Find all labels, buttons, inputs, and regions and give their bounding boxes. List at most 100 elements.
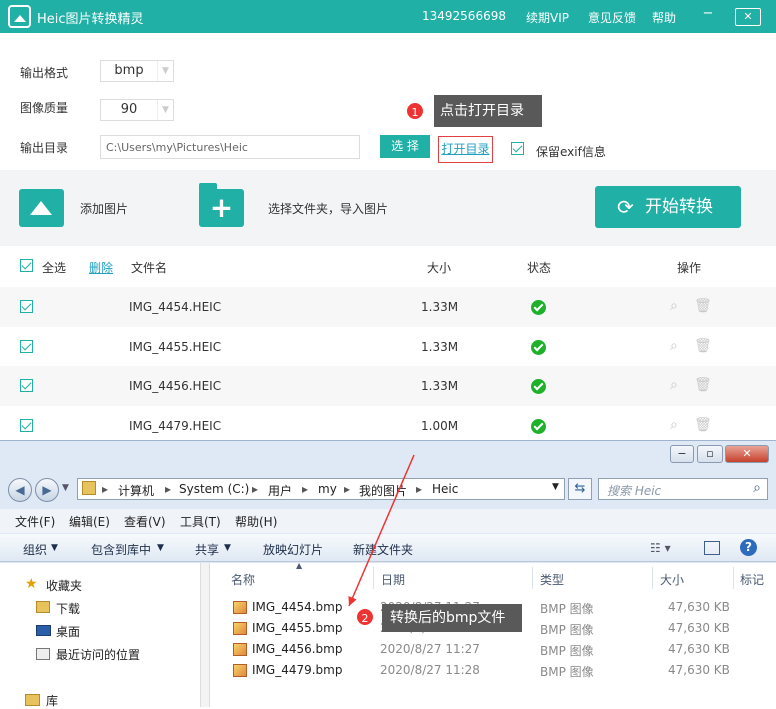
row-checkbox[interactable] — [20, 340, 33, 353]
col-header-type[interactable]: 类型 — [540, 571, 564, 588]
menu-view[interactable]: 查看(V) — [124, 513, 166, 530]
col-header-tags[interactable]: 标记 — [740, 571, 764, 588]
menu-edit[interactable]: 编辑(E) — [69, 513, 110, 530]
trash-icon[interactable]: 🗑 — [694, 298, 712, 314]
cmd-organize[interactable]: 组织 — [23, 541, 47, 558]
renew-vip-link[interactable]: 续期VIP — [526, 9, 569, 26]
column-divider — [532, 567, 533, 589]
choose-dir-button[interactable]: 选 择 — [380, 135, 430, 158]
address-dropdown-icon[interactable]: ▼ — [552, 482, 559, 492]
keep-exif-checkbox[interactable] — [511, 142, 524, 155]
row-size: 1.33M — [421, 379, 459, 393]
chevron-down-icon: ▼ — [157, 61, 173, 81]
crumb-sep-icon: ▸ — [165, 482, 172, 496]
format-label: 输出格式 — [20, 66, 69, 80]
open-dir-link[interactable]: 打开目录 — [438, 136, 493, 163]
add-images-button[interactable]: 添加图片 — [80, 200, 128, 217]
quality-label: 图像质量 — [20, 101, 69, 115]
nav-favorites[interactable]: 收藏夹 — [46, 577, 82, 594]
pane-splitter[interactable] — [200, 563, 210, 707]
select-all-checkbox[interactable] — [20, 259, 33, 272]
explorer-maximize-button[interactable]: ▫ — [697, 445, 723, 463]
minimize-button[interactable]: − — [700, 6, 716, 21]
help-icon[interactable]: ? — [740, 539, 757, 556]
help-link[interactable]: 帮助 — [652, 9, 676, 26]
refresh-icon[interactable]: ⇆ — [568, 478, 592, 500]
crumb-my[interactable]: my — [318, 482, 337, 496]
callout-open-dir: 点击打开目录 — [434, 95, 542, 127]
folder-add-icon[interactable] — [199, 183, 244, 227]
library-icon — [25, 694, 40, 706]
crumb-users[interactable]: 用户 — [268, 482, 292, 499]
nav-recent[interactable]: 最近访问的位置 — [56, 646, 140, 663]
nav-downloads[interactable]: 下载 — [56, 600, 80, 617]
col-header-size[interactable]: 大小 — [660, 571, 684, 588]
downloads-icon — [36, 601, 50, 613]
select-folder-button[interactable]: 选择文件夹，导入图片 — [268, 200, 388, 217]
crumb-drive[interactable]: System (C:) — [179, 482, 249, 496]
delete-link[interactable]: 删除 — [89, 259, 113, 276]
recent-places-icon — [36, 648, 50, 660]
start-convert-button[interactable]: ⟳ 开始转换 — [595, 186, 741, 228]
nav-desktop[interactable]: 桌面 — [56, 623, 80, 640]
column-divider — [652, 567, 653, 589]
table-row: IMG_4455.HEIC 1.33M ⌕ 🗑 — [0, 327, 776, 367]
row-checkbox[interactable] — [20, 419, 33, 432]
callout-two-text: 转换后的bmp文件 — [390, 610, 506, 626]
trash-icon[interactable]: 🗑 — [694, 417, 712, 433]
crumb-computer[interactable]: 计算机 — [118, 482, 154, 499]
trash-icon[interactable]: 🗑 — [694, 377, 712, 393]
preview-icon[interactable]: ⌕ — [670, 417, 678, 433]
preview-pane-icon[interactable] — [704, 541, 720, 555]
trash-icon[interactable]: 🗑 — [694, 338, 712, 354]
close-button[interactable]: ✕ — [735, 8, 761, 26]
view-options-icon[interactable]: ☷ ▾ — [650, 541, 671, 555]
file-list-pane: 名称 ▲ 日期 类型 大小 标记 IMG_4454.bmp 2020/8/27 … — [210, 561, 776, 707]
cmd-new-folder[interactable]: 新建文件夹 — [353, 541, 413, 558]
format-select[interactable]: bmp ▼ — [100, 60, 174, 82]
file-name: IMG_4454.bmp — [252, 600, 343, 614]
menu-help[interactable]: 帮助(H) — [235, 513, 277, 530]
row-checkbox[interactable] — [20, 300, 33, 313]
address-bar[interactable]: ▸ 计算机 ▸ System (C:) ▸ 用户 ▸ my ▸ 我的图片 ▸ H… — [77, 478, 565, 500]
menu-tools[interactable]: 工具(T) — [180, 513, 221, 530]
row-size: 1.33M — [421, 300, 459, 314]
bmp-file-icon — [233, 664, 247, 677]
preview-icon[interactable]: ⌕ — [670, 338, 678, 354]
file-type: BMP 图像 — [540, 623, 594, 637]
col-header-name[interactable]: 名称 — [231, 571, 255, 588]
file-size: 47,630 KB — [668, 642, 730, 656]
cmd-share[interactable]: 共享 — [195, 541, 219, 558]
history-chevron-icon[interactable]: ▼ — [62, 483, 69, 493]
menu-file[interactable]: 文件(F) — [15, 513, 55, 530]
preview-icon[interactable]: ⌕ — [670, 298, 678, 314]
cmd-include-library[interactable]: 包含到库中 — [91, 541, 151, 558]
explorer-minimize-button[interactable]: − — [670, 445, 694, 463]
navigation-pane: ★ 收藏夹 下载 桌面 最近访问的位置 库 — [0, 563, 200, 709]
row-checkbox[interactable] — [20, 379, 33, 392]
col-operations: 操作 — [677, 261, 702, 275]
image-icon[interactable] — [19, 189, 64, 227]
feedback-link[interactable]: 意见反馈 — [588, 9, 636, 26]
file-name: IMG_4455.bmp — [252, 621, 343, 635]
crumb-sep-icon: ▸ — [302, 482, 309, 496]
cmd-slideshow[interactable]: 放映幻灯片 — [263, 541, 323, 558]
menu-bar: 文件(F) 编辑(E) 查看(V) 工具(T) 帮助(H) — [0, 509, 776, 533]
forward-icon[interactable]: ▶ — [35, 478, 59, 502]
keep-exif-label: 保留exif信息 — [536, 145, 606, 159]
file-size: 47,630 KB — [668, 600, 730, 614]
crumb-heic[interactable]: Heic — [432, 482, 458, 496]
file-size: 47,630 KB — [668, 621, 730, 635]
nav-libraries[interactable]: 库 — [46, 692, 58, 709]
col-header-date[interactable]: 日期 — [381, 571, 405, 588]
folder-icon — [82, 481, 96, 495]
search-placeholder: 搜索 Heic — [607, 484, 662, 498]
output-dir-input[interactable] — [100, 135, 360, 159]
table-row: IMG_4454.HEIC 1.33M ⌕ 🗑 — [0, 287, 776, 327]
explorer-close-button[interactable]: ✕ — [725, 445, 769, 463]
crumb-pictures[interactable]: 我的图片 — [359, 482, 407, 499]
back-icon[interactable]: ◀ — [8, 478, 32, 502]
quality-select[interactable]: 90 ▼ — [100, 99, 174, 121]
preview-icon[interactable]: ⌕ — [670, 377, 678, 393]
search-input[interactable]: 搜索 Heic ⌕ — [598, 478, 768, 500]
